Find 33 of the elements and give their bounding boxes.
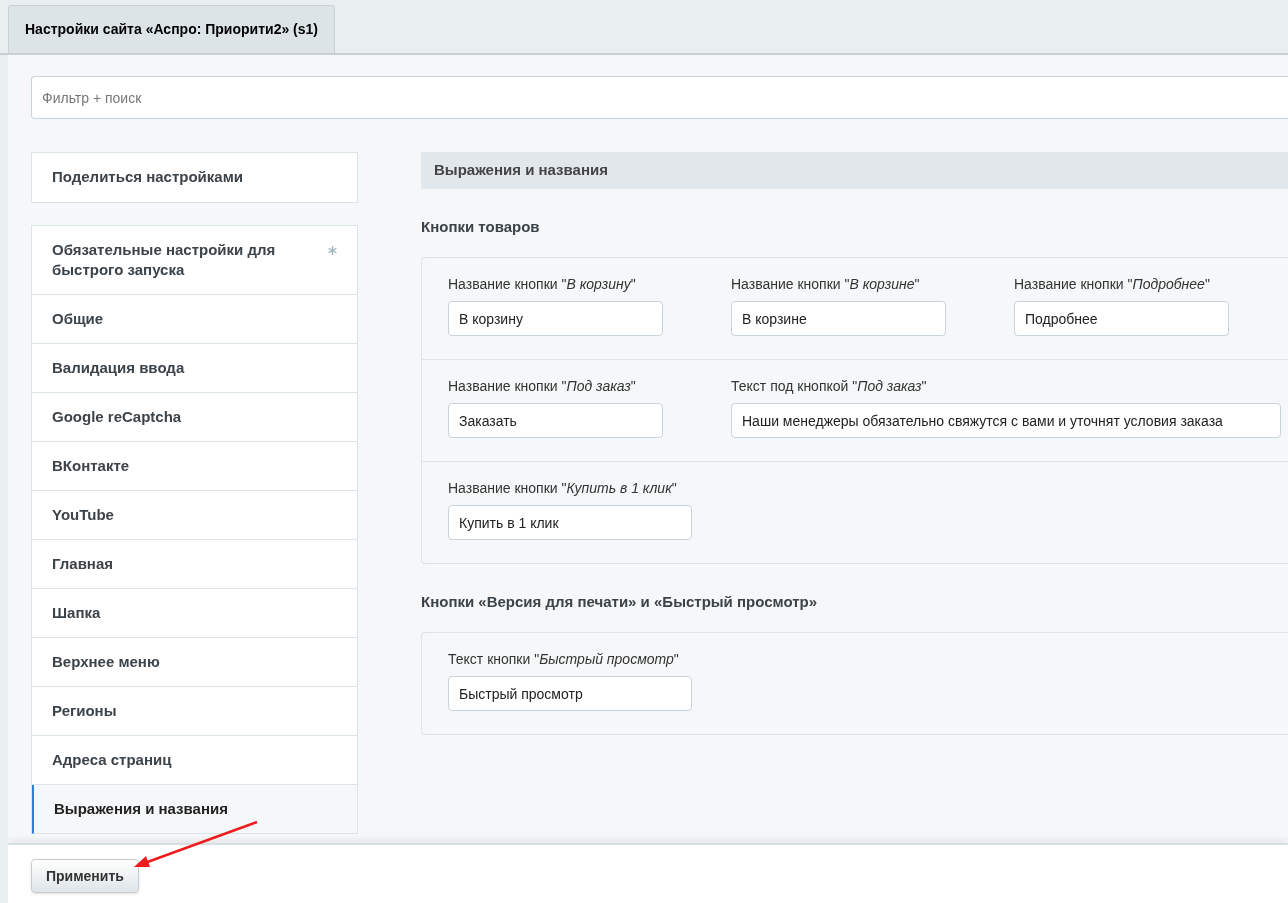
section-header: Выражения и названия bbox=[421, 152, 1288, 189]
sidebar-item[interactable]: ВКонтакте bbox=[32, 442, 357, 491]
field-label: Название кнопки "Под заказ" bbox=[448, 377, 637, 395]
text-field[interactable]: Наши менеджеры обязательно свяжутся с вами и уточнят условия заказа bbox=[731, 403, 1281, 438]
text-field[interactable]: Быстрый просмотр bbox=[448, 676, 692, 711]
field-label: Название кнопки "Подробнее" bbox=[1014, 275, 1211, 293]
sidebar-item[interactable]: Регионы bbox=[32, 687, 357, 736]
text-field[interactable]: Заказать bbox=[448, 403, 663, 438]
field-label: Название кнопки "В корзине" bbox=[731, 275, 921, 293]
settings-tab[interactable]: Настройки сайта «Аспро: Приорити2» (s1) bbox=[8, 5, 335, 53]
sidebar-item[interactable]: Обязательные настройки для быстрого запуска bbox=[32, 226, 357, 295]
text-field[interactable]: В корзине bbox=[731, 301, 946, 336]
sidebar-item[interactable]: Верхнее меню bbox=[32, 638, 357, 687]
sidebar-item[interactable]: Шапка bbox=[32, 589, 357, 638]
text-field[interactable]: Подробнее bbox=[1014, 301, 1229, 336]
sidebar-item[interactable]: YouTube bbox=[32, 491, 357, 540]
share-settings-button[interactable]: Поделиться настройками bbox=[31, 152, 358, 203]
sidebar-item[interactable]: Выражения и названия bbox=[32, 785, 357, 834]
field-label: Название кнопки "Купить в 1 клик" bbox=[448, 479, 678, 497]
apply-button[interactable]: Применить bbox=[31, 859, 139, 893]
sidebar-item[interactable]: Валидация ввода bbox=[32, 344, 357, 393]
sidebar-item[interactable]: Google reCaptcha bbox=[32, 393, 357, 442]
text-field[interactable]: В корзину bbox=[448, 301, 663, 336]
sidebar-item[interactable]: Главная bbox=[32, 540, 357, 589]
field-label: Текст под кнопкой "Под заказ" bbox=[731, 377, 928, 395]
asterisk-icon bbox=[328, 246, 337, 255]
filter-search-field[interactable]: Фильтр + поиск bbox=[31, 76, 1288, 119]
text-field[interactable]: Купить в 1 клик bbox=[448, 505, 692, 540]
group-title: Кнопки товаров bbox=[421, 217, 541, 237]
field-label: Название кнопки "В корзину" bbox=[448, 275, 637, 293]
group-title: Кнопки «Версия для печати» и «Быстрый просмотр» bbox=[421, 592, 819, 612]
field-label: Текст кнопки "Быстрый просмотр" bbox=[448, 650, 680, 668]
sidebar-item[interactable]: Общие bbox=[32, 295, 357, 344]
